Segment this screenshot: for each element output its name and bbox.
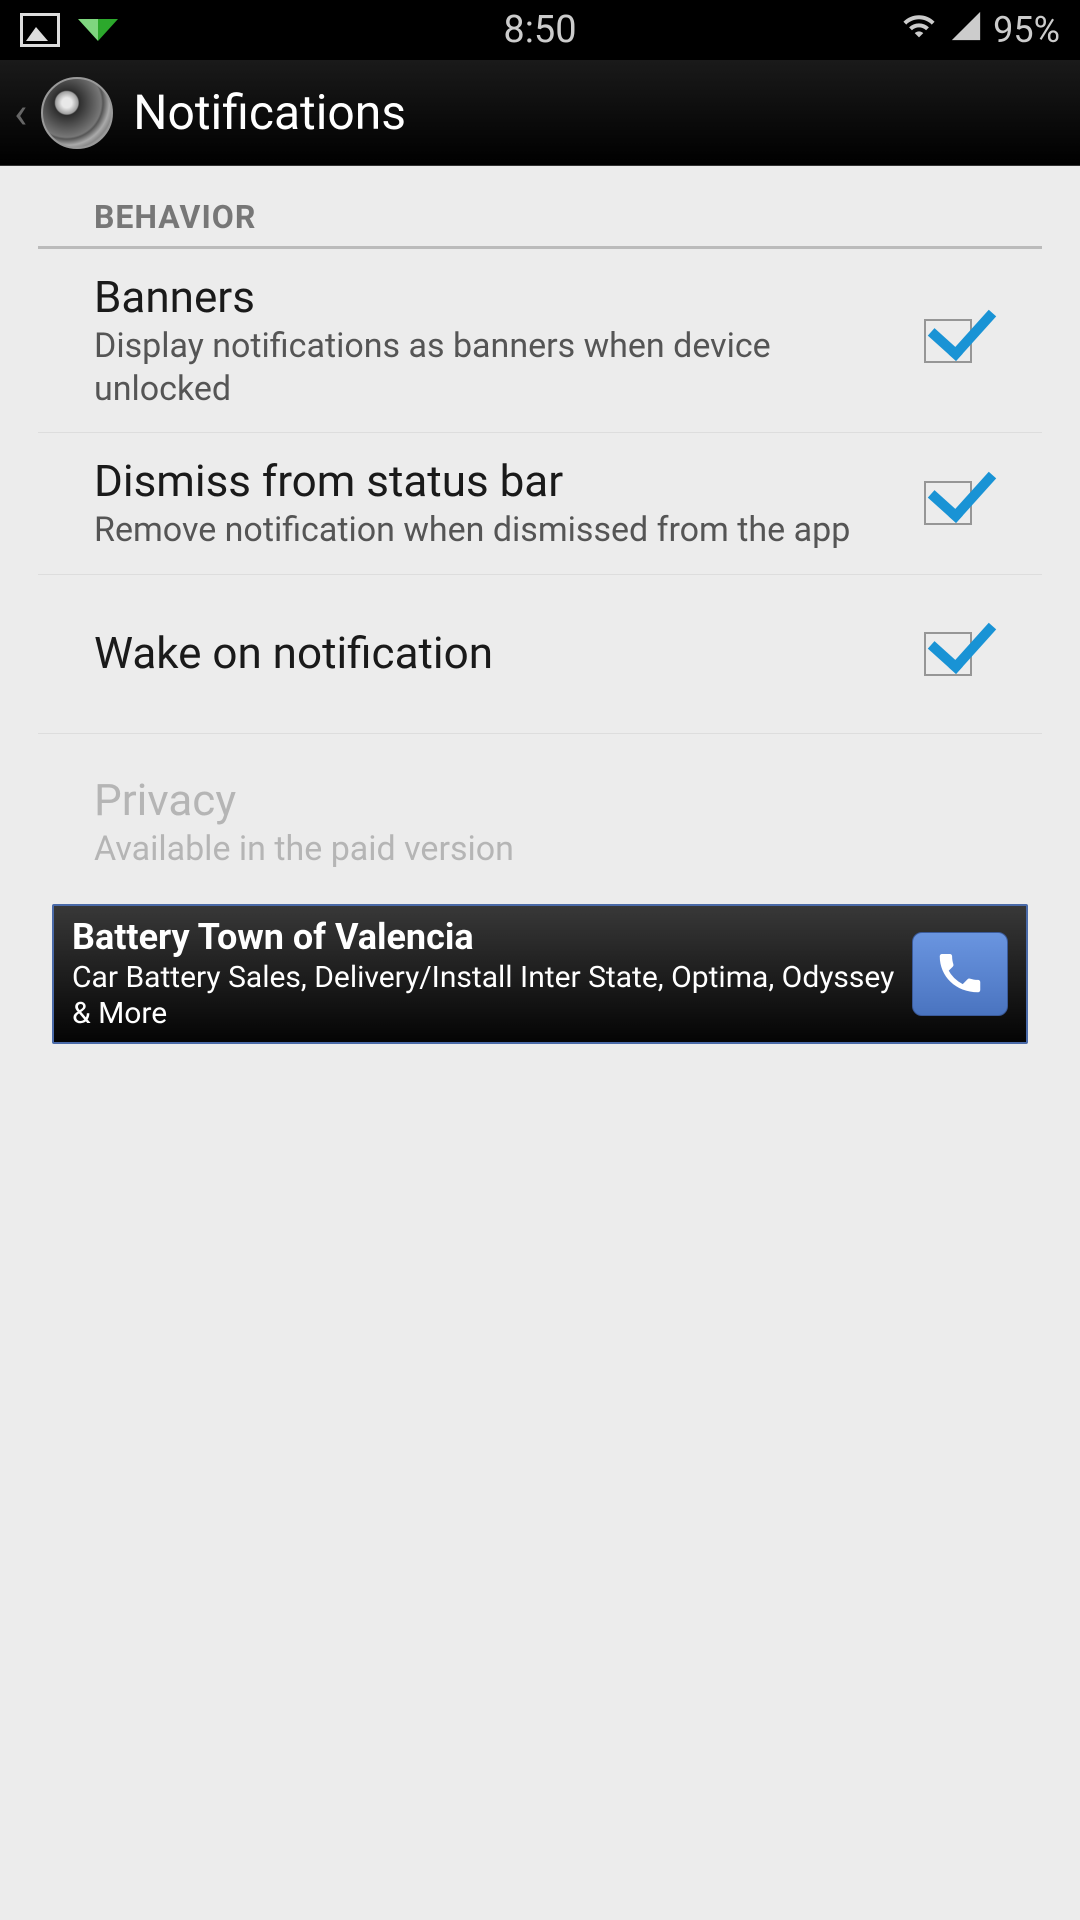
ad-text: Battery Town of Valencia Car Battery Sal…: [72, 916, 912, 1032]
phone-icon: [933, 945, 987, 1003]
ad-banner[interactable]: Battery Town of Valencia Car Battery Sal…: [52, 904, 1028, 1044]
status-right: 95%: [899, 9, 1060, 52]
setting-privacy: Privacy Available in the paid version: [38, 734, 1042, 901]
signal-icon: [949, 9, 983, 52]
wifi-icon: [899, 9, 939, 52]
setting-banners[interactable]: Banners Display notifications as banners…: [38, 249, 1042, 433]
setting-privacy-sub: Available in the paid version: [94, 828, 956, 871]
action-bar[interactable]: ‹ Notifications: [0, 60, 1080, 166]
setting-banners-title: Banners: [94, 271, 894, 323]
setting-dismiss-sub: Remove notification when dismissed from …: [94, 509, 894, 552]
setting-dismiss[interactable]: Dismiss from status bar Remove notificat…: [38, 433, 1042, 575]
setting-banners-sub: Display notifications as banners when de…: [94, 325, 894, 410]
battery-percent: 95%: [993, 9, 1060, 51]
app-icon: [41, 77, 113, 149]
ad-title: Battery Town of Valencia: [72, 916, 912, 958]
checkbox-banners[interactable]: [924, 319, 972, 363]
page-title: Notifications: [133, 84, 406, 141]
setting-banners-text: Banners Display notifications as banners…: [94, 271, 924, 410]
ad-body: Car Battery Sales, Delivery/Install Inte…: [72, 960, 912, 1032]
setting-privacy-title: Privacy: [94, 774, 956, 826]
checkbox-wake[interactable]: [924, 632, 972, 676]
paper-plane-icon: [78, 19, 118, 41]
section-header-behavior: BEHAVIOR: [38, 166, 1042, 249]
status-left: [20, 13, 118, 47]
ad-call-button[interactable]: [912, 932, 1008, 1016]
status-bar: 8:50 95%: [0, 0, 1080, 60]
setting-dismiss-title: Dismiss from status bar: [94, 455, 894, 507]
clock: 8:50: [503, 8, 576, 52]
content: BEHAVIOR Banners Display notifications a…: [0, 166, 1080, 1044]
back-icon[interactable]: ‹: [14, 87, 27, 139]
setting-privacy-text: Privacy Available in the paid version: [94, 774, 986, 871]
screenshot-notification-icon: [20, 13, 60, 47]
checkbox-dismiss[interactable]: [924, 481, 972, 525]
setting-wake-text: Wake on notification: [94, 627, 924, 681]
setting-wake[interactable]: Wake on notification: [38, 575, 1042, 734]
setting-dismiss-text: Dismiss from status bar Remove notificat…: [94, 455, 924, 552]
setting-wake-title: Wake on notification: [94, 627, 894, 679]
